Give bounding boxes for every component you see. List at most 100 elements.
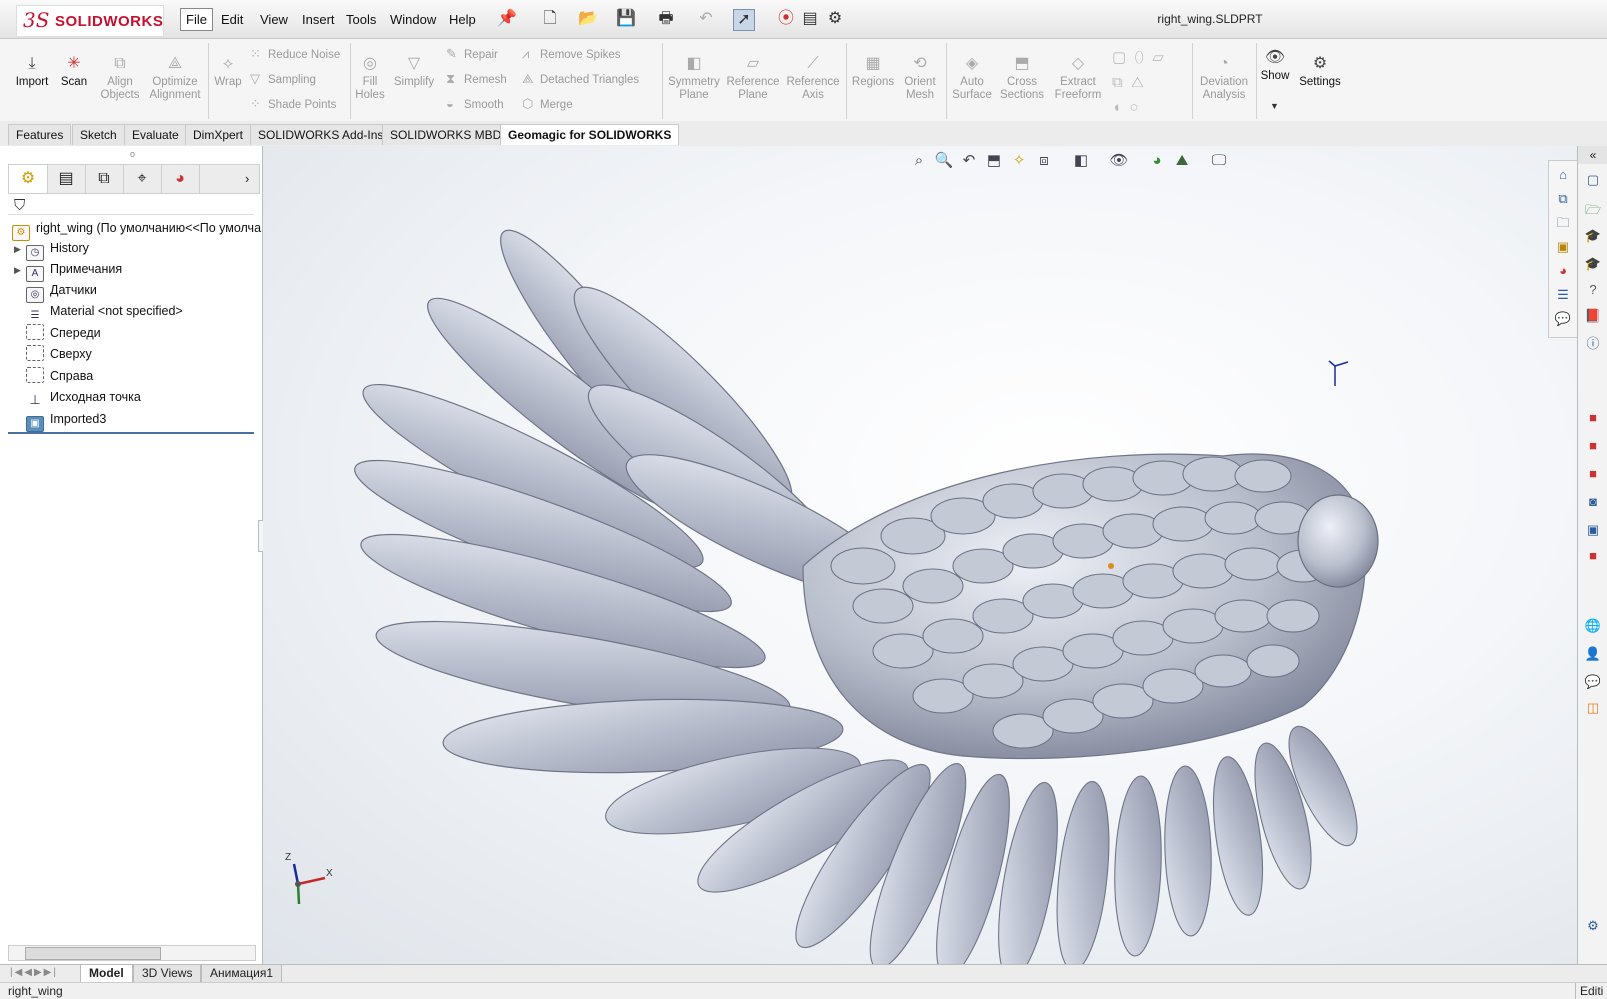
align-objects-button[interactable]: ⧉ Align Objects [96,55,144,102]
task-pane-collapse-icon[interactable]: « [1578,146,1607,164]
tab-animation1[interactable]: Анимация1 [201,965,283,983]
expand-arrow-icon[interactable]: ▶ [14,260,26,280]
rebuild-traffic-light-icon[interactable]: ⦿ [776,9,796,29]
select-cursor-icon[interactable]: ➚ [733,9,755,31]
document-icon[interactable]: ▢ [1583,170,1603,190]
tree-item-imported3[interactable]: ▣ Imported3 [14,409,106,432]
tree-root[interactable]: ⚙ right_wing (По умолчанию<<По умолча [12,218,261,241]
tab-model[interactable]: Model [80,965,133,983]
options-gear-icon[interactable]: ⚙ [825,9,845,29]
detached-triangles-button[interactable]: ⟁ Detached Triangles [522,71,639,87]
resource-icon[interactable]: ■ [1583,436,1603,456]
tree-item-annotations[interactable]: ▶ A Примечания [14,259,122,282]
wing-model[interactable] [343,213,1379,964]
display-manager-tab-icon[interactable]: ◕ [161,165,200,193]
menu-file[interactable]: File [180,8,213,31]
community-globe-icon[interactable]: 🌐 [1583,616,1603,636]
custom-properties-icon[interactable]: ☰ [1553,285,1573,305]
menu-tools[interactable]: Tools [341,10,381,29]
pin-icon[interactable]: 📌 [497,9,517,29]
folder-icon[interactable]: 🗀 [1553,213,1573,233]
settings-button[interactable]: ⚙ Settings [1296,55,1344,89]
graphics-area[interactable]: ⌕ 🔍 ↶ ⬒ ✧ ⧈ ◧ 👁 ◕ ⛰ 🖵 X Z [263,146,1577,964]
tab-scroll-arrows-icon[interactable]: |◀◀▶▶| [10,967,58,978]
optimize-alignment-button[interactable]: ⟁ Optimize Alignment [146,55,204,102]
view-palette-icon[interactable]: ▣ [1553,237,1573,257]
smooth-button[interactable]: ◒ Smooth [446,96,504,111]
sampling-button[interactable]: ▽ Sampling [250,71,316,87]
show-button[interactable]: 👁 Show [1258,49,1292,83]
open-file-icon[interactable]: 🗁 [1583,200,1603,220]
home-icon[interactable]: ⌂ [1553,165,1573,185]
rollback-bar[interactable] [8,432,254,434]
resource-icon[interactable]: ■ [1583,408,1603,428]
open-icon[interactable]: 📂 [578,9,598,29]
tab-3d-views[interactable]: 3D Views [133,965,202,983]
tab-dimxpert[interactable]: DimXpert [185,124,252,145]
menu-view[interactable]: View [255,10,293,29]
property-manager-tab-icon[interactable]: ▤ [47,165,86,193]
remove-spikes-button[interactable]: ⩘ Remove Spikes [522,46,621,62]
menu-edit[interactable]: Edit [216,10,248,29]
info-icon[interactable]: ⓘ [1583,334,1603,354]
reference-axis-button[interactable]: ⟋ Reference Axis [784,55,842,102]
help-icon[interactable]: ? [1583,280,1603,300]
scrollbar-thumb[interactable] [25,947,161,960]
scan-button[interactable]: ✳ Scan [56,55,92,89]
deviation-analysis-button[interactable]: ◔ Deviation Analysis [1196,55,1252,102]
import-button[interactable]: ⤓ Import [12,55,52,89]
wrap-button[interactable]: ⟡ Wrap [212,55,244,89]
tree-item-front-plane[interactable]: Спереди [14,323,101,343]
reduce-noise-button[interactable]: ⁙ Reduce Noise [250,46,340,62]
repair-button[interactable]: ✎ Repair [446,46,498,62]
feature-manager-tab-icon[interactable]: ⚙ [9,165,48,193]
tab-evaluate[interactable]: Evaluate [124,124,187,145]
tree-item-history[interactable]: ▶ ◷ History [14,238,89,261]
resource-icon[interactable]: ◙ [1583,492,1603,512]
resource-icon[interactable]: ■ [1583,464,1603,484]
panel-expand-chevron-icon[interactable]: › [245,171,249,186]
forum-icon[interactable]: 💬 [1583,672,1603,692]
undo-icon[interactable]: ↶ [696,9,716,29]
tree-item-origin[interactable]: ⊥ Исходная точка [14,387,141,407]
tree-item-material[interactable]: ☰ Material <not specified> [14,301,183,321]
extract-freeform-button[interactable]: ◇ Extract Freeform [1050,55,1106,102]
tree-item-right-plane[interactable]: Справа [14,366,93,386]
panel-splitter-handle[interactable]: o [130,149,135,159]
tab-features[interactable]: Features [8,124,72,145]
resource-icon[interactable]: ▣ [1583,520,1603,540]
save-icon[interactable]: 💾 [616,9,636,29]
symmetry-plane-button[interactable]: ◧ Symmetry Plane [666,55,722,102]
book-icon[interactable]: 📕 [1583,306,1603,326]
file-properties-icon[interactable]: ▤ [800,9,820,29]
orient-mesh-button[interactable]: ⟲ Orient Mesh [898,55,942,102]
3d-box-icon[interactable]: ⧉ [1553,189,1573,209]
menu-help[interactable]: Help [444,10,481,29]
appearances-icon[interactable]: ◕ [1553,261,1573,281]
tree-item-sensors[interactable]: ◎ Датчики [14,280,97,303]
menu-window[interactable]: Window [385,10,441,29]
expand-arrow-icon[interactable]: ▶ [14,239,26,259]
show-dropdown-arrow-icon[interactable]: ▼ [1270,101,1279,111]
tab-solidworks-mbd[interactable]: SOLIDWORKS MBD [382,124,510,145]
menu-insert[interactable]: Insert [297,10,340,29]
forum-icon[interactable]: 💬 [1553,309,1573,329]
tab-sketch[interactable]: Sketch [72,124,125,145]
simplify-button[interactable]: ▽ Simplify [392,55,436,89]
reference-plane-button[interactable]: ▱ Reference Plane [724,55,782,102]
resource-icon[interactable]: ■ [1583,546,1603,566]
tutorial-icon[interactable]: 🎓 [1583,226,1603,246]
rss-icon[interactable]: ◫ [1583,698,1603,718]
dimxpert-manager-tab-icon[interactable]: ⌖ [123,165,162,193]
tree-item-top-plane[interactable]: Сверху [14,344,92,364]
merge-button[interactable]: ⬡ Merge [522,96,573,112]
regions-button[interactable]: ▦ Regions [850,55,896,89]
remesh-button[interactable]: ⧗ Remesh [446,71,507,87]
solidworks-logo[interactable]: 3S SOLIDWORKS [16,5,164,37]
panel-horizontal-scrollbar[interactable] [8,945,256,961]
learn-icon[interactable]: 🎓 [1583,254,1603,274]
tab-geomagic[interactable]: Geomagic for SOLIDWORKS [500,124,680,145]
print-icon[interactable]: 🖶 [656,9,676,29]
auto-surface-button[interactable]: ◈ Auto Surface [950,55,994,102]
shade-points-button[interactable]: ⁘ Shade Points [250,96,336,112]
